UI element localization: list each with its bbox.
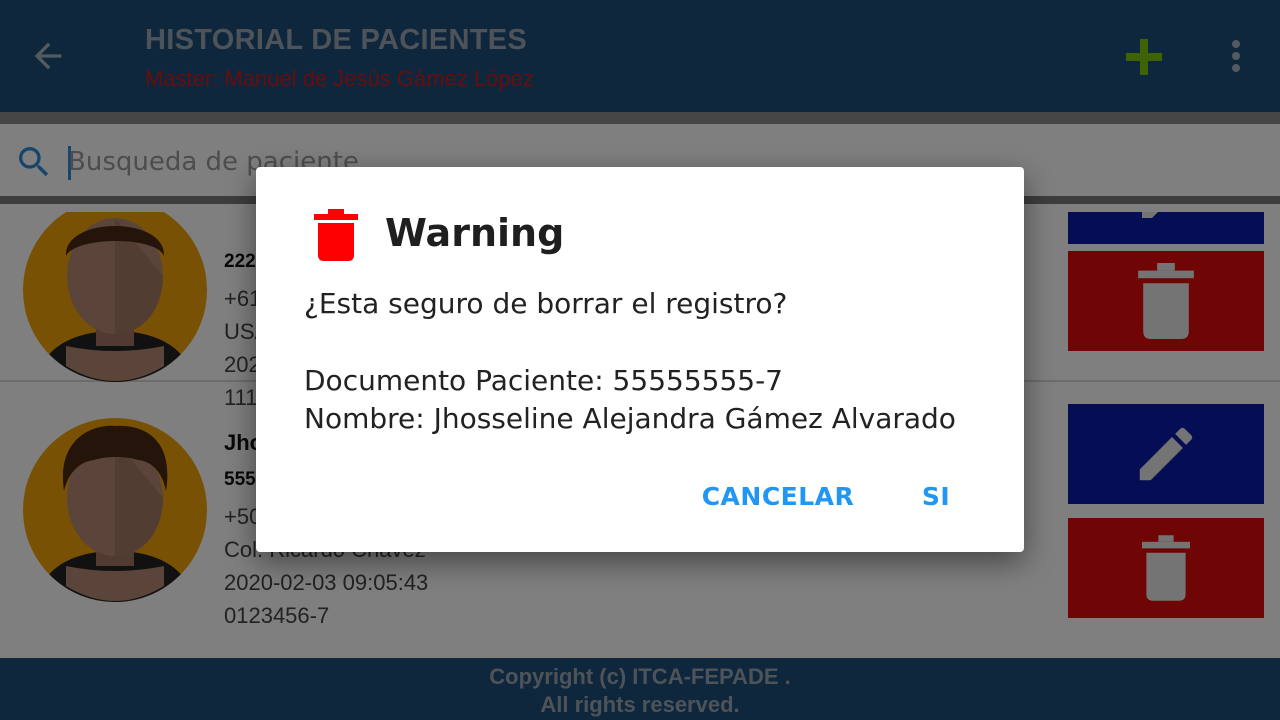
dialog-question: ¿Esta seguro de borrar el registro? <box>304 287 788 320</box>
confirm-button[interactable]: SI <box>908 473 964 521</box>
dialog-title: Warning <box>385 211 565 255</box>
dialog-document: Documento Paciente: 55555555-7 <box>304 364 783 397</box>
dialog-patient-name: Nombre: Jhosseline Alejandra Gámez Alvar… <box>304 402 956 435</box>
warning-dialog: Warning ¿Esta seguro de borrar el regist… <box>256 167 1024 552</box>
trash-icon <box>314 209 358 261</box>
cancel-button[interactable]: CANCELAR <box>696 473 860 521</box>
